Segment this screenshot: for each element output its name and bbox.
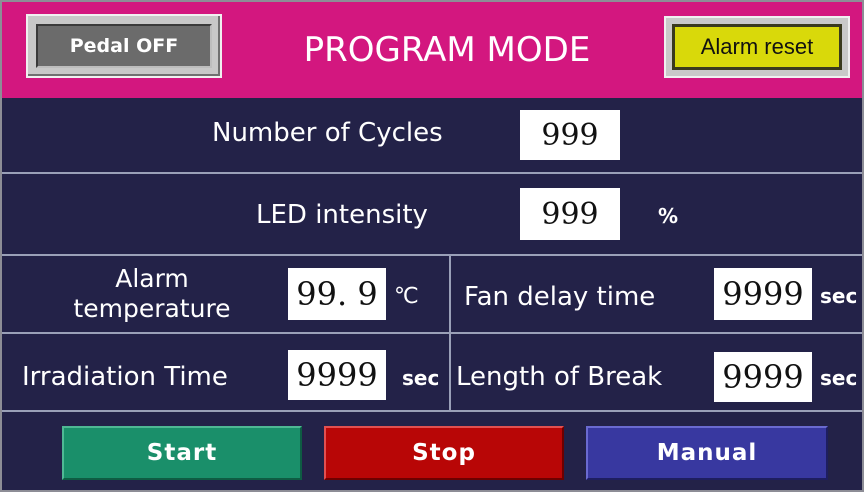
alarm-temperature-input[interactable]: 99. 9 <box>288 268 386 320</box>
alarm-reset-button[interactable]: Alarm reset <box>664 16 850 78</box>
row-divider <box>2 410 862 412</box>
manual-button[interactable]: Manual <box>586 426 828 480</box>
pedal-toggle-button[interactable]: Pedal OFF <box>26 14 222 78</box>
row-divider <box>2 172 862 174</box>
cycles-input[interactable]: 999 <box>520 110 620 160</box>
cycles-label: Number of Cycles <box>212 118 443 148</box>
alarm-temperature-label-line2: temperature <box>73 294 231 323</box>
break-length-unit: sec <box>820 366 858 390</box>
led-unit: % <box>658 204 679 228</box>
start-button[interactable]: Start <box>62 426 302 480</box>
fan-delay-unit: sec <box>820 284 858 308</box>
row-divider <box>2 332 862 334</box>
irradiation-time-label: Irradiation Time <box>22 362 228 392</box>
break-length-input[interactable]: 9999 <box>714 352 812 402</box>
row-divider <box>2 254 862 256</box>
alarm-temperature-label-line1: Alarm <box>115 264 189 293</box>
program-mode-screen: Pedal OFF PROGRAM MODE Alarm reset Numbe… <box>0 0 864 492</box>
page-title: PROGRAM MODE <box>303 30 591 70</box>
header-bar: Pedal OFF PROGRAM MODE Alarm reset <box>2 2 862 98</box>
led-intensity-label: LED intensity <box>256 200 428 230</box>
celsius-unit: ℃ <box>394 284 419 309</box>
break-length-label: Length of Break <box>456 362 663 392</box>
alarm-temperature-label: Alarm temperature <box>52 264 252 324</box>
irradiation-unit: sec <box>402 366 440 390</box>
irradiation-time-input[interactable]: 9999 <box>288 350 386 400</box>
fan-delay-input[interactable]: 9999 <box>714 268 812 320</box>
alarm-reset-label: Alarm reset <box>672 24 842 70</box>
led-intensity-input[interactable]: 999 <box>520 188 620 240</box>
fan-delay-label: Fan delay time <box>464 282 656 312</box>
pedal-button-label: Pedal OFF <box>36 24 212 68</box>
stop-button[interactable]: Stop <box>324 426 564 480</box>
column-divider <box>449 254 451 410</box>
